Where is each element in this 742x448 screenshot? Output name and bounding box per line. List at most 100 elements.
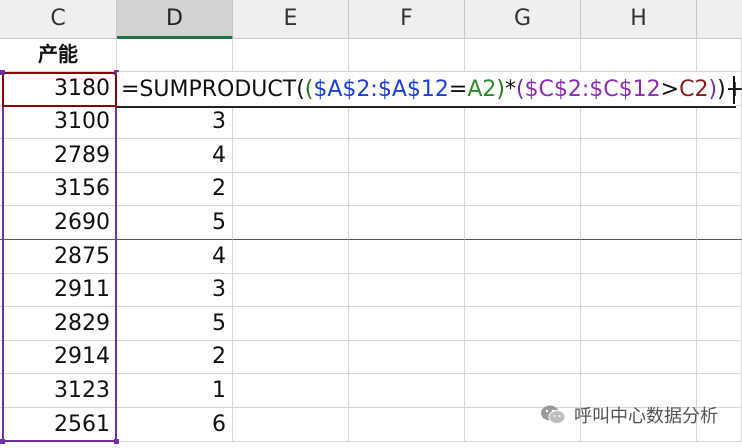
grid-cell[interactable]: [697, 306, 742, 341]
grid-cell[interactable]: [233, 38, 349, 72]
cell-c4[interactable]: 2789: [0, 138, 117, 173]
cell-c8[interactable]: 2911: [0, 273, 117, 308]
cell-d10[interactable]: 2: [117, 340, 233, 375]
grid-cell[interactable]: [233, 273, 349, 308]
grid-cell[interactable]: [349, 306, 465, 341]
grid-cell[interactable]: [349, 273, 465, 308]
cell-c11[interactable]: 3123: [0, 374, 117, 408]
grid-cell[interactable]: [697, 172, 742, 207]
column-header-c[interactable]: C: [0, 0, 117, 38]
grid-cell[interactable]: [349, 172, 465, 207]
formula-range-c: $C$2:$C$12: [524, 77, 661, 102]
grid-cell[interactable]: [233, 306, 349, 341]
grid-cell[interactable]: [349, 38, 465, 72]
grid-cell[interactable]: [349, 138, 465, 173]
grid-cell[interactable]: [465, 273, 581, 308]
cell-d9[interactable]: 5: [117, 306, 233, 341]
grid-cell[interactable]: [349, 206, 465, 240]
cell-c5[interactable]: 3156: [0, 172, 117, 207]
grid-cell[interactable]: [697, 206, 742, 240]
grid-cell[interactable]: [697, 340, 742, 375]
grid-cell[interactable]: [349, 340, 465, 375]
formula-ref-a2: A2: [467, 77, 497, 102]
grid-cell[interactable]: [233, 340, 349, 375]
grid-cell[interactable]: [581, 138, 697, 173]
cell-d11[interactable]: 1: [117, 374, 233, 408]
grid-cell[interactable]: [233, 138, 349, 173]
column-header-row: C D E F G H: [0, 0, 742, 39]
column-header-g[interactable]: G: [465, 0, 581, 38]
column-header-e[interactable]: E: [233, 0, 349, 38]
grid-cell[interactable]: [465, 306, 581, 341]
grid-cell[interactable]: [581, 38, 697, 72]
cell-d4[interactable]: 4: [117, 138, 233, 173]
grid-cell[interactable]: [697, 138, 742, 173]
grid-cell[interactable]: [233, 105, 349, 140]
grid-cell[interactable]: [581, 306, 697, 341]
formula-range-a: $A$2:$A$12: [313, 77, 449, 102]
cell-c12[interactable]: 2561: [0, 407, 117, 442]
grid-cell[interactable]: [465, 340, 581, 375]
formula-paren-close-2: ): [708, 77, 718, 102]
grid-cell[interactable]: [233, 239, 349, 274]
cell-d12[interactable]: 6: [117, 407, 233, 442]
cell-d6[interactable]: 5: [117, 206, 233, 240]
grid-cell[interactable]: [349, 239, 465, 274]
grid-cell[interactable]: [581, 172, 697, 207]
formula-paren-close-1: ): [496, 77, 505, 102]
grid-cell[interactable]: [349, 374, 465, 408]
cell-c10[interactable]: 2914: [0, 340, 117, 375]
grid-cell[interactable]: [581, 105, 697, 140]
grid-cell[interactable]: [465, 172, 581, 207]
cell-c6[interactable]: 2690: [0, 206, 117, 240]
watermark-text: 呼叫中心数据分析: [574, 406, 718, 427]
cell-d7[interactable]: 4: [117, 239, 233, 274]
grid-cell[interactable]: [465, 206, 581, 240]
header-cell-capacity[interactable]: 产能: [0, 38, 117, 72]
cell-c7[interactable]: 2875: [0, 239, 117, 274]
grid-cell[interactable]: [581, 206, 697, 240]
grid-cell[interactable]: [349, 105, 465, 140]
range-handle-top-left[interactable]: [0, 70, 5, 75]
in-cell-formula-editor[interactable]: =SUMPRODUCT(($A$2:$A$12=A2)*($C$2:$C$12>…: [117, 72, 742, 108]
column-header-h[interactable]: H: [581, 0, 697, 38]
grid-cell[interactable]: [465, 38, 581, 72]
text-cursor: [733, 76, 735, 104]
column-header-f[interactable]: F: [349, 0, 465, 38]
formula-greater-than: >: [660, 77, 680, 102]
grid-cell[interactable]: [697, 105, 742, 140]
grid-cell[interactable]: [581, 340, 697, 375]
range-handle-bottom-right[interactable]: [114, 439, 119, 444]
cell-c2[interactable]: 3180: [0, 71, 117, 106]
grid-cell[interactable]: [349, 407, 465, 442]
range-handle-bottom-left[interactable]: [0, 439, 5, 444]
cell-d5[interactable]: 2: [117, 172, 233, 207]
column-header-d[interactable]: D: [117, 0, 233, 39]
grid-cell[interactable]: [465, 138, 581, 173]
grid-cell[interactable]: [581, 239, 697, 274]
grid-cell[interactable]: [117, 38, 233, 72]
formula-tail: )+1: [717, 77, 742, 102]
cell-d8[interactable]: 3: [117, 273, 233, 308]
column-header-i[interactable]: [697, 0, 742, 38]
grid-cell[interactable]: [697, 273, 742, 308]
grid-cell[interactable]: [465, 239, 581, 274]
formula-function: =SUMPRODUCT(: [121, 77, 305, 102]
formula-multiply: *: [504, 77, 516, 102]
grid-cell[interactable]: [233, 172, 349, 207]
wechat-icon: [540, 404, 566, 426]
watermark: 呼叫中心数据分析: [540, 402, 718, 428]
grid-cell[interactable]: [697, 239, 742, 274]
grid-cell[interactable]: [581, 273, 697, 308]
grid-cell[interactable]: [233, 206, 349, 240]
formula-paren-open-2: (: [515, 77, 525, 102]
cell-c9[interactable]: 2829: [0, 306, 117, 341]
cell-d3[interactable]: 3: [117, 105, 233, 140]
grid-cell[interactable]: [233, 374, 349, 408]
grid-cell[interactable]: [697, 38, 742, 72]
grid-cell[interactable]: [233, 407, 349, 442]
cell-c3[interactable]: 3100: [0, 105, 117, 140]
grid-cell[interactable]: [465, 105, 581, 140]
formula-ref-c2: C2: [679, 77, 709, 102]
formula-equals: =: [448, 77, 468, 102]
